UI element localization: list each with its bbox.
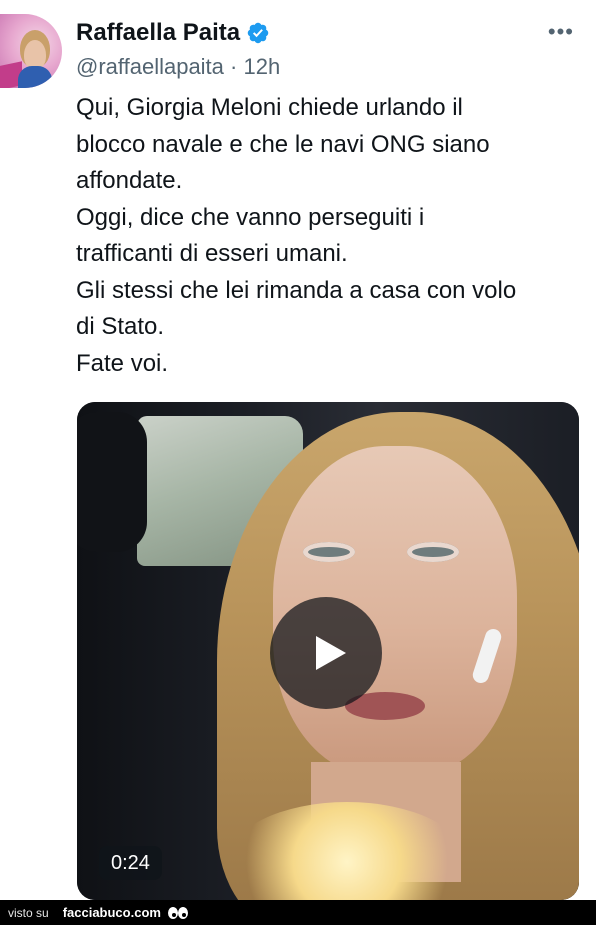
tweet-time[interactable]: 12h [244,54,281,79]
author-name[interactable]: Raffaella Paita [76,19,240,47]
tweet-card[interactable]: Raffaella Paita @raffaellapaita · 12h ••… [0,0,596,900]
video-frame-eye [407,542,459,562]
play-icon [316,636,346,670]
video-frame-headrest [77,412,147,552]
tweet-text-line: Oggi, dice che vanno perseguiti i [76,203,425,231]
tweet-text-line: di Stato. [76,313,165,340]
handle-row: @raffaellapaita · 12h [76,54,280,80]
tweet-text-line: trafficanti di esseri umani. [76,240,348,267]
separator: · [230,54,238,79]
tweet-header: Raffaella Paita @raffaellapaita · 12h [76,16,280,80]
play-button[interactable] [270,597,382,709]
video-frame-eye [303,542,355,562]
more-options-button[interactable]: ••• [548,21,574,43]
author-handle[interactable]: @raffaellapaita [76,54,224,79]
watermark-bar: visto su facciabuco.com [0,900,596,925]
eyes-icon [167,906,188,919]
tweet-text-line: Gli stessi che lei rimanda a casa con vo… [76,276,517,304]
tweet-text-line: affondate. [76,167,183,194]
avatar[interactable] [0,14,62,88]
tweet-text-line: blocco navale e che le navi ONG siano [76,130,490,158]
video-duration: 0:24 [99,846,162,880]
watermark-site-label: facciabuco.com [62,905,161,920]
tweet-text: Qui, Giorgia Meloni chiede urlando il bl… [76,90,576,382]
video-player[interactable]: 0:24 [77,402,579,900]
watermark-visto-label: visto su [8,905,49,920]
verified-badge-icon [247,22,269,44]
tweet-text-line: Qui, Giorgia Meloni chiede urlando il [76,94,463,121]
tweet-text-line: Fate voi. [76,349,169,377]
